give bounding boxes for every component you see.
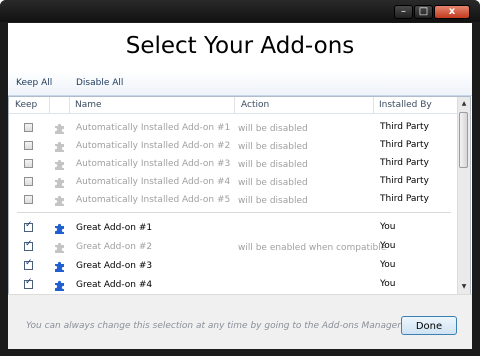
- addon-row[interactable]: ✓ Great Add-on #1 You: [9, 219, 457, 237]
- scrollbar-thumb[interactable]: [459, 112, 468, 168]
- footer: You can always change this selection at …: [8, 294, 472, 349]
- close-button[interactable]: x: [434, 5, 470, 19]
- addon-row[interactable]: Automatically Installed Add-on #4 will be…: [9, 173, 457, 191]
- scroll-down-arrow-icon[interactable]: ▼: [460, 283, 468, 291]
- puzzle-piece-gray-icon: [55, 242, 64, 253]
- addon-name: Automatically Installed Add-on #1: [76, 123, 231, 133]
- done-button[interactable]: Done: [401, 316, 457, 335]
- checkmark-icon: ✓: [25, 220, 33, 230]
- addon-name: Great Add-on #1: [76, 223, 153, 233]
- puzzle-piece-gray-icon: [55, 141, 64, 152]
- column-divider: [49, 97, 50, 113]
- column-keep[interactable]: Keep: [15, 100, 37, 110]
- addon-name: Automatically Installed Add-on #3: [76, 159, 231, 169]
- minimize-button[interactable]: –: [394, 5, 413, 19]
- keep-checkbox[interactable]: ✓: [24, 277, 33, 289]
- keep-checkbox[interactable]: [24, 195, 33, 204]
- toolbar: Keep All Disable All: [8, 71, 472, 96]
- title-bar[interactable]: – □ x: [0, 0, 480, 22]
- vertical-scrollbar[interactable]: ▲ ▼: [457, 97, 470, 294]
- addon-name: Great Add-on #2: [76, 242, 153, 252]
- addon-row[interactable]: ✓ Great Add-on #4 You: [9, 276, 457, 294]
- disable-all-button[interactable]: Disable All: [76, 78, 123, 88]
- addon-action: will be disabled: [238, 178, 308, 188]
- puzzle-piece-gray-icon: [55, 177, 64, 188]
- column-divider: [234, 97, 235, 113]
- addon-name: Automatically Installed Add-on #5: [76, 195, 231, 205]
- puzzle-piece-blue-icon: [55, 223, 64, 234]
- scroll-up-arrow-icon[interactable]: ▲: [460, 100, 468, 108]
- addon-selection-window: – □ x Select Your Add-ons Keep All Disab…: [0, 0, 480, 356]
- addon-installed-by: You: [380, 279, 396, 289]
- addon-row[interactable]: Automatically Installed Add-on #2 will be…: [9, 137, 457, 155]
- group-divider: [17, 212, 451, 213]
- addon-installed-by: Third Party: [380, 158, 429, 168]
- addon-installed-by: Third Party: [380, 122, 429, 132]
- maximize-button[interactable]: □: [414, 5, 433, 19]
- addon-row[interactable]: Automatically Installed Add-on #5 will be…: [9, 191, 457, 209]
- addon-action: will be disabled: [238, 196, 308, 206]
- column-divider: [373, 97, 374, 113]
- column-action[interactable]: Action: [241, 100, 269, 110]
- checkmark-icon: ✓: [25, 239, 33, 249]
- keep-checkbox[interactable]: ✓: [24, 258, 33, 270]
- addon-name: Automatically Installed Add-on #2: [76, 141, 231, 151]
- dialog-body: Select Your Add-ons Keep All Disable All…: [8, 23, 472, 349]
- addon-installed-by: You: [380, 260, 396, 270]
- checkmark-icon: ✓: [25, 277, 33, 287]
- column-name[interactable]: Name: [75, 100, 102, 110]
- column-installed-by[interactable]: Installed By: [379, 100, 432, 110]
- puzzle-piece-blue-icon: [55, 280, 64, 291]
- addon-name: Automatically Installed Add-on #4: [76, 177, 231, 187]
- puzzle-piece-blue-icon: [55, 261, 64, 272]
- keep-checkbox[interactable]: [24, 159, 33, 168]
- addon-action: will be disabled: [238, 124, 308, 134]
- keep-checkbox[interactable]: [24, 177, 33, 186]
- addon-row[interactable]: Automatically Installed Add-on #3 will be…: [9, 155, 457, 173]
- puzzle-piece-gray-icon: [55, 159, 64, 170]
- keep-checkbox[interactable]: [24, 141, 33, 150]
- column-header: Keep Name Action Installed By: [9, 97, 457, 114]
- addon-installed-by: Third Party: [380, 140, 429, 150]
- addon-row[interactable]: ✓ Great Add-on #2 will be enabled when com…: [9, 238, 457, 256]
- addon-action: will be disabled: [238, 160, 308, 170]
- page-title: Select Your Add-ons: [125, 33, 355, 59]
- addon-row[interactable]: Automatically Installed Add-on #1 will be…: [9, 119, 457, 137]
- addon-action: will be disabled: [238, 142, 308, 152]
- addon-action: will be enabled when compatible: [238, 243, 387, 253]
- checkmark-icon: ✓: [25, 258, 33, 268]
- addon-installed-by: Third Party: [380, 176, 429, 186]
- keep-all-button[interactable]: Keep All: [16, 78, 52, 88]
- addon-name: Great Add-on #3: [76, 261, 153, 271]
- addon-name: Great Add-on #4: [76, 280, 153, 290]
- addon-installed-by: Third Party: [380, 194, 429, 204]
- addon-row[interactable]: ✓ Great Add-on #3 You: [9, 257, 457, 275]
- column-divider: [69, 97, 70, 113]
- puzzle-piece-gray-icon: [55, 123, 64, 134]
- footer-hint: You can always change this selection at …: [26, 321, 401, 331]
- addon-installed-by: You: [380, 222, 396, 232]
- keep-checkbox[interactable]: ✓: [24, 239, 33, 251]
- addon-list: Keep Name Action Installed By Automatica…: [8, 96, 471, 295]
- addon-installed-by: You: [380, 241, 396, 251]
- puzzle-piece-gray-icon: [55, 195, 64, 206]
- keep-checkbox[interactable]: ✓: [24, 220, 33, 232]
- keep-checkbox[interactable]: [24, 123, 33, 132]
